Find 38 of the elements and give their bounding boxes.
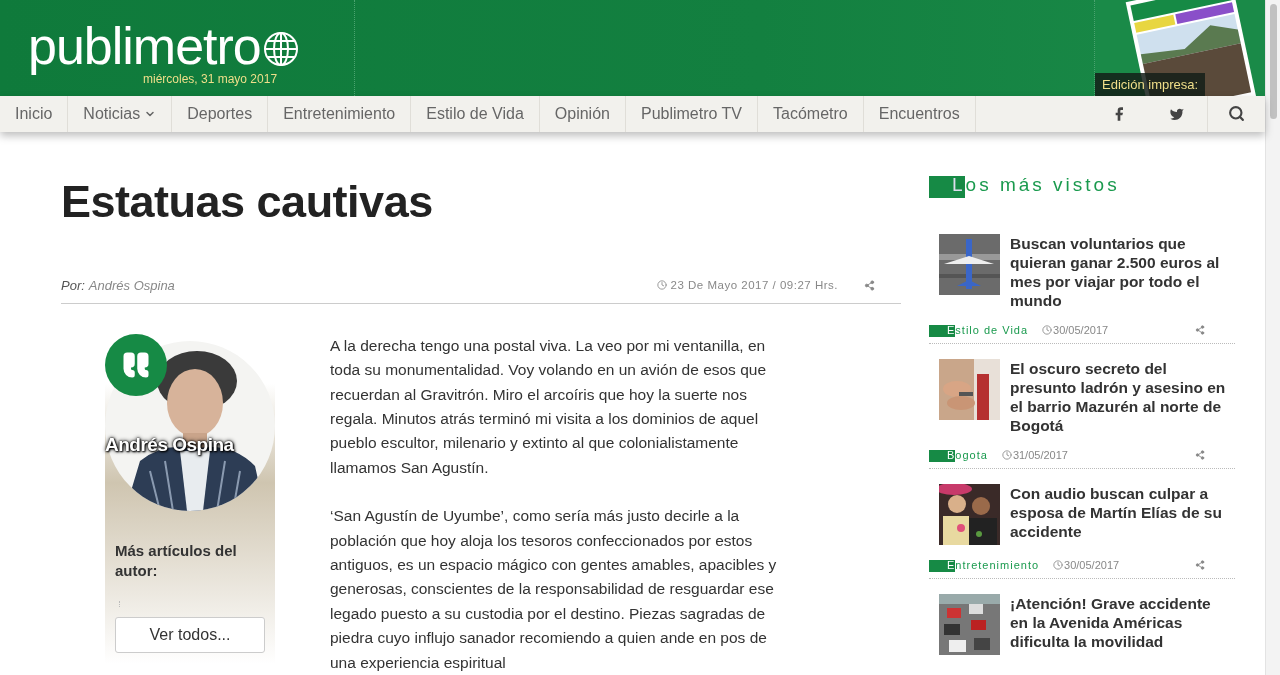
more-articles-label: Más artículos del autor: <box>115 540 238 581</box>
news-title[interactable]: Con audio buscan culpar a esposa de Martín Elías de su accidente <box>1010 483 1230 545</box>
news-date: 30/05/2017 <box>1053 323 1109 336</box>
nav-item[interactable]: Publimetro TV <box>625 96 759 132</box>
nav-item[interactable]: Tacómetro <box>758 96 864 132</box>
share-icon[interactable] <box>864 279 875 291</box>
nav-item[interactable]: Opinión <box>539 96 626 132</box>
see-all-button[interactable]: Ver todos... <box>115 616 265 653</box>
share-icon[interactable] <box>1195 559 1205 570</box>
article-date: 23 De Mayo 2017 / 09:27 Hrs. <box>670 279 838 292</box>
news-title[interactable]: El oscuro secreto del presunto ladrón y asesino en el barrio Mazurén al norte de Bogotá <box>1010 358 1230 435</box>
news-date: 31/05/2017 <box>1012 448 1068 461</box>
author-link[interactable]: Andrés Ospina <box>88 277 175 293</box>
nav-item[interactable]: Noticias <box>68 96 173 132</box>
nav-item[interactable]: Inicio <box>0 96 69 132</box>
article-title: Estatuas cautivas <box>61 174 434 229</box>
news-title[interactable]: ¡Atención! Grave accidente en la Avenida Américas dificulta la movilidad <box>1010 593 1230 655</box>
share-icon[interactable] <box>1195 449 1205 460</box>
article-paragraph: A la derecha tengo una postal viva. La veo por mi ventanilla, en toda su monumentalidad. Voy volando en un avión de esos que recuerdan al Gravitrón. Miro el arcoíris que hoy la suerte nos regala. Minutos atrás terminó mi visita a los dominios de aquel pueblo escultor, milenario y extinto al que colonialistamente llamamos San Agustín. <box>330 335 768 478</box>
nav-item[interactable]: Deportes <box>172 96 269 132</box>
news-date: 30/05/2017 <box>1064 558 1120 571</box>
author-name: Andrés Ospina <box>105 433 234 456</box>
nav-item[interactable]: Estilo de Vida <box>411 96 540 132</box>
clock-icon <box>1001 449 1012 460</box>
article-paragraph: ‘San Agustín de Uyumbe’, como sería más justo decirle a la población que hoy aloja los tesoros confeccionados por estos antiguos, es un espacio mágico con gentes amables, apacibles y generosas, conscientes de la responsabilidad de resguardar ese legado puesto a su custodia por el destino. Piezas sagradas de piedra cuyo influjo sanador recomiendo a quien ande en pos de una experiencia espiritual <box>330 506 778 673</box>
clock-icon <box>656 280 667 291</box>
globe-icon <box>262 31 299 67</box>
scrollbar[interactable] <box>1265 0 1280 675</box>
news-title[interactable]: Buscan voluntarios que quieran ganar 2.500 euros al mes por viajar por todo el mundo <box>1010 233 1230 310</box>
site-logo[interactable]: publimetro <box>28 18 261 74</box>
clock-icon <box>1053 559 1064 570</box>
clock-icon <box>1042 324 1053 335</box>
header-date: miércoles, 31 mayo 2017 <box>143 72 278 86</box>
share-icon[interactable] <box>1195 324 1205 335</box>
nav-item[interactable]: Encuentros <box>863 96 976 132</box>
print-edition-label[interactable]: Edición impresa: <box>1095 73 1206 96</box>
nav-item[interactable]: Entretenimiento <box>268 96 412 132</box>
byline-label: Por: <box>61 277 85 293</box>
